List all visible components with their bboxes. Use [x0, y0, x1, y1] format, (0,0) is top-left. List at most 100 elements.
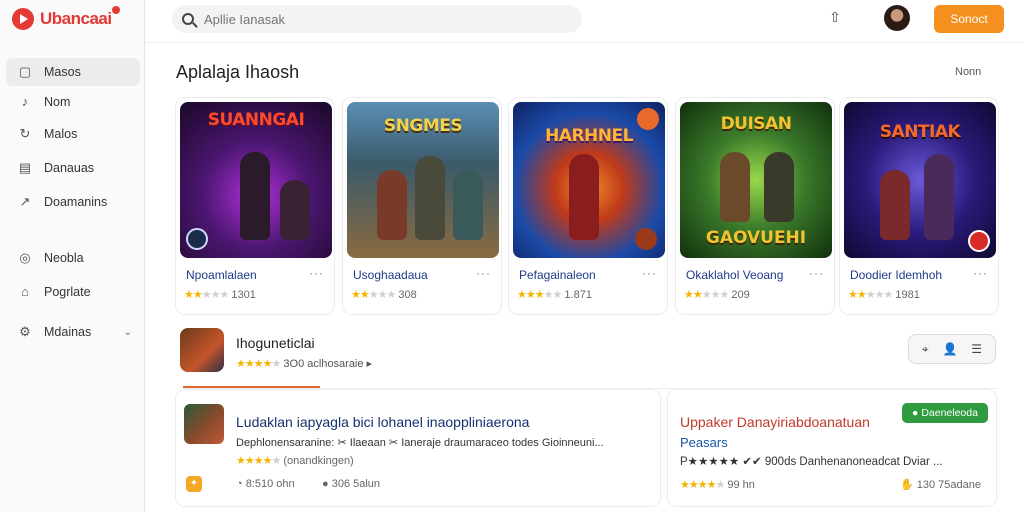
- game-card[interactable]: SUANNGAI Npoamlalaen ··· ★★★★★ 1301: [175, 97, 335, 315]
- sidebar-item-label: Masos: [44, 65, 81, 79]
- panel-description: Dephlonensaranine: ✂ Ilaeaan ✂ Ianeraje …: [236, 437, 604, 449]
- more-options-icon[interactable]: ···: [973, 266, 988, 280]
- sidebar-item-mdainas[interactable]: ⚙ Mdainas ⌄: [6, 318, 140, 346]
- thumb-icon: ✋: [900, 479, 914, 491]
- sidebar-item-neobla[interactable]: ◎ Neobla: [6, 244, 140, 272]
- sidebar-item-nom[interactable]: ♪ Nom: [6, 88, 140, 116]
- character-figure: [880, 170, 910, 240]
- more-options-icon[interactable]: ···: [809, 266, 824, 280]
- sidebar-item-label: Malos: [44, 127, 78, 141]
- star-rating: ★★★★★: [680, 479, 725, 491]
- star-rating: ★★★★★: [351, 289, 396, 301]
- thumbnail-subtitle: GAOVUEHI: [705, 228, 807, 248]
- game-rating: ★★★★★ 1.871: [517, 288, 592, 301]
- rating-count: 1.871: [564, 289, 592, 301]
- refresh-icon: ↻: [19, 126, 31, 141]
- featured-title[interactable]: Ihoguneticlai: [236, 335, 315, 351]
- character-figure: [453, 170, 483, 240]
- panel-stat: ✋ 130 75adane: [900, 478, 981, 491]
- panel-title[interactable]: Ludaklan iapyagla bici lohanel inaopplin…: [236, 414, 529, 430]
- chevron-down-icon: ⌄: [123, 326, 132, 338]
- list-icon[interactable]: ☰: [971, 342, 982, 356]
- sidebar-item-label: Danauas: [44, 161, 95, 175]
- game-card[interactable]: SANTIAK Doodier Idemhoh ··· ★★★★★ 1981: [839, 97, 999, 315]
- featured-meta-text: 3O0 aclhosaraie ▸: [283, 358, 373, 370]
- game-rating: ★★★★★ 1981: [848, 288, 920, 301]
- star-rating: ★★★★★: [236, 455, 281, 467]
- sidebar-item-masos[interactable]: ▢ Masos: [6, 58, 140, 86]
- badge-icon: [186, 228, 208, 250]
- featured-thumbnail[interactable]: [180, 328, 224, 372]
- game-title: Usoghaadaua: [353, 268, 428, 282]
- search-bar[interactable]: [172, 5, 582, 33]
- primary-action-button[interactable]: Sonoct: [934, 5, 1004, 33]
- comment-icon: ●: [322, 478, 329, 490]
- notification-dot: [111, 6, 120, 14]
- panel-thumbnail[interactable]: [184, 404, 224, 444]
- character-figure: [240, 152, 270, 240]
- panel-title[interactable]: Uppaker Danayiriabdoanatuan: [680, 414, 870, 430]
- compass-icon: ◎: [19, 250, 31, 265]
- view-toggle: ⌖ 👤 ☰: [908, 334, 996, 364]
- game-thumbnail: HARHNEL: [513, 102, 665, 258]
- thumbnail-title: SUANNGAI: [207, 110, 305, 130]
- more-options-icon[interactable]: ···: [476, 266, 491, 280]
- game-thumbnail: SANTIAK: [844, 102, 996, 258]
- game-rating: ★★★★★ 1301: [184, 288, 256, 301]
- panel-stat-text: 306 5alun: [331, 478, 381, 490]
- status-badge-label: Daeneleoda: [921, 407, 978, 419]
- status-badge[interactable]: ● Daeneleoda: [902, 403, 988, 423]
- target-icon[interactable]: ⌖: [922, 342, 929, 357]
- sidebar-item-danauas[interactable]: ▤ Danauas: [6, 154, 140, 182]
- more-options-icon[interactable]: ···: [642, 266, 657, 280]
- thumbnail-title: SNGMES: [383, 116, 463, 136]
- avatar[interactable]: [884, 5, 910, 31]
- star-rating: ★★★★★: [184, 289, 229, 301]
- thumbnail-title: DUISAN: [720, 114, 792, 134]
- active-tab-indicator: [183, 386, 320, 388]
- promo-panel: Uppaker Danayiriabdoanatuan Peasars P★★★…: [667, 389, 997, 507]
- more-options-icon[interactable]: ···: [309, 266, 324, 280]
- sidebar-item-label: Mdainas: [44, 325, 92, 339]
- gear-icon: ⚙: [19, 324, 31, 339]
- game-thumbnail: SUANNGAI: [180, 102, 332, 258]
- sidebar-item-malos[interactable]: ↻ Malos: [6, 120, 140, 148]
- user-icon[interactable]: 👤: [943, 342, 958, 356]
- badge-icon: ✦: [186, 476, 202, 492]
- game-thumbnail: SNGMES: [347, 102, 499, 258]
- section-title: Aplalaja Ihaosh: [176, 62, 300, 82]
- see-more-link[interactable]: Nonn: [955, 66, 981, 78]
- game-card[interactable]: SNGMES Usoghaadaua ··· ★★★★★ 308: [342, 97, 502, 315]
- panel-stat-text: 8:510 ohn: [245, 478, 295, 490]
- character-figure: [415, 156, 445, 240]
- tag-icon: ⌂: [21, 284, 29, 299]
- thumbnail-title: SANTIAK: [879, 122, 961, 142]
- sidebar-item-doamanins[interactable]: ↗ Doamanins: [6, 188, 140, 216]
- app-logo[interactable]: Ubancaai: [12, 6, 120, 30]
- document-icon: ▤: [18, 160, 32, 175]
- game-card[interactable]: DUISAN GAOVUEHI Okaklahol Veoang ··· ★★★…: [675, 97, 835, 315]
- sidebar: Ubancaai ▢ Masos ♪ Nom ↻ Malos ▤ Danauas…: [0, 0, 145, 512]
- music-note-icon: ♪: [21, 94, 29, 109]
- rating-count: 308: [398, 289, 417, 301]
- game-title: Npoamlalaen: [186, 268, 257, 282]
- sidebar-item-label: Pogrlate: [44, 285, 91, 299]
- star-rating: ★★★★★: [848, 289, 893, 301]
- check-icon: ●: [912, 407, 919, 419]
- share-icon[interactable]: ⇧: [826, 9, 844, 27]
- character-figure: [377, 170, 407, 240]
- character-figure: [280, 180, 310, 240]
- star-rating: ★★★★★: [236, 358, 281, 370]
- sidebar-item-pogrlate[interactable]: ⌂ Pogrlate: [6, 278, 140, 306]
- featured-meta: ★★★★★ 3O0 aclhosaraie ▸: [236, 357, 372, 370]
- square-icon: ▢: [18, 64, 32, 79]
- panel-rating: ★★★★★ 99 hn: [680, 478, 755, 491]
- sidebar-item-label: Nom: [44, 95, 71, 109]
- clock-icon: ◔: [236, 478, 243, 490]
- search-input[interactable]: [204, 11, 564, 27]
- rating-count: 1981: [895, 289, 920, 301]
- game-rating: ★★★★★ 209: [684, 288, 750, 301]
- character-figure: [720, 152, 750, 222]
- game-card[interactable]: HARHNEL Pefagainaleon ··· ★★★★★ 1.871: [508, 97, 668, 315]
- badge-icon: [635, 228, 657, 250]
